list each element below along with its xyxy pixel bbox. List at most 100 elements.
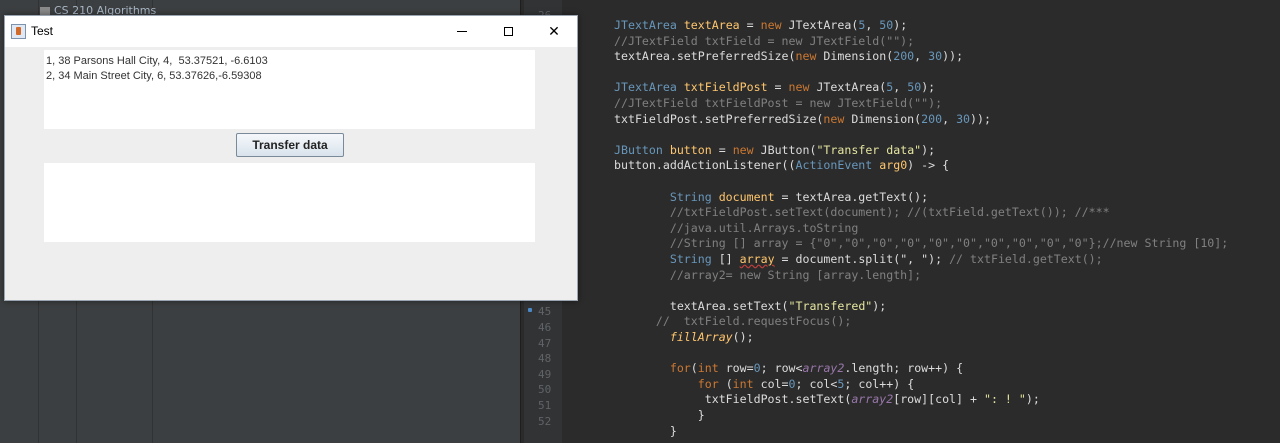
java-app-icon	[11, 24, 26, 39]
code-line[interactable]: txtFieldPost.setText(array2[row][col] + …	[614, 392, 1040, 408]
line-number: 46	[524, 320, 562, 336]
code-token: JTextArea	[788, 18, 852, 32]
line-number: 52	[524, 414, 562, 430]
code-token: for	[669, 361, 691, 376]
code-token: );	[921, 142, 936, 157]
code-line[interactable]: txtFieldPost.setPreferredSize(new Dimens…	[614, 112, 991, 128]
code-token: 50	[907, 80, 922, 95]
line-number-text: 51	[538, 399, 552, 412]
code-line[interactable]: fillArray();	[614, 330, 754, 346]
code-token: "Transfer data"	[816, 142, 922, 157]
code-token: //JTextField txtFieldPost = new JTextFie…	[614, 96, 943, 110]
close-button[interactable]: ✕	[531, 16, 577, 47]
code-token: 0	[788, 376, 796, 391]
line-number: 45	[524, 304, 562, 320]
code-token: [row][col] +	[893, 392, 984, 407]
code-token: ();	[732, 330, 754, 344]
code-token: textArea.setText(	[614, 298, 789, 313]
code-token: JButton	[614, 142, 670, 157]
code-token: row	[725, 361, 747, 376]
code-token: ,	[942, 111, 957, 126]
maximize-icon	[503, 27, 513, 36]
line-number-text: 45	[538, 305, 552, 319]
code-token: array	[739, 252, 775, 266]
code-token: document	[718, 189, 775, 204]
minimize-button[interactable]	[439, 16, 485, 47]
line-number: 47	[524, 336, 562, 352]
code-token: 200	[921, 111, 943, 126]
line-number: 49	[524, 367, 562, 383]
code-token: );	[872, 298, 887, 313]
line-number-text: 46	[538, 321, 552, 334]
code-line[interactable]: //JTextField txtField = new JTextField("…	[614, 34, 914, 50]
line-number-text: 48	[538, 352, 552, 366]
line-number-text: 50	[538, 383, 552, 397]
code-line[interactable]: String [] array = document.split(", "); …	[614, 252, 1103, 268]
code-line[interactable]: JButton button = new JButton("Transfer d…	[614, 143, 935, 159]
code-line[interactable]: //txtFieldPost.setText(document); //(txt…	[614, 205, 1110, 221]
code-token: //String [] array = {"0","0","0","0","0"…	[614, 236, 1229, 251]
code-line[interactable]: //array2= new String [array.length];	[614, 268, 921, 284]
output-text-area[interactable]	[44, 163, 535, 242]
code-line[interactable]: JTextArea textArea = new JTextArea(5, 50…	[614, 18, 907, 34]
code-line[interactable]: //JTextField txtFieldPost = new JTextFie…	[614, 96, 942, 112]
code-token: ));	[970, 111, 991, 126]
window-titlebar[interactable]: Test ✕	[5, 16, 577, 47]
code-line[interactable]: }	[614, 408, 705, 424]
code-token: (	[725, 376, 733, 391]
code-line[interactable]: for(int row=0; row<array2.length; row++)…	[614, 361, 963, 377]
code-token: button	[669, 142, 712, 157]
code-line[interactable]: JTextArea txtFieldPost = new JTextArea(5…	[614, 80, 935, 96]
code-line[interactable]: button.addActionListener((ActionEvent ar…	[614, 158, 949, 174]
code-token: ; col<	[795, 376, 838, 391]
code-line[interactable]: //java.util.Arrays.toString	[614, 221, 858, 237]
code-token: =	[711, 142, 733, 157]
code-token: textArea	[683, 18, 740, 32]
code-line[interactable]: textArea.setText("Transfered");	[614, 299, 886, 315]
code-token: 30	[928, 49, 943, 64]
code-line[interactable]: // txtField.requestFocus();	[614, 314, 851, 330]
code-token: =	[781, 376, 789, 391]
code-token: 0	[753, 361, 761, 376]
input-text-area[interactable]: 1, 38 Parsons Hall City, 4, 53.37521, -6…	[44, 50, 535, 129]
code-token: //java.util.Arrays.toString	[614, 220, 859, 235]
code-token: );	[1025, 392, 1040, 407]
line-number-text: 49	[538, 367, 552, 381]
code-line[interactable]: textArea.setPreferredSize(new Dimension(…	[614, 49, 963, 65]
code-token: arg0	[879, 158, 908, 173]
minimize-icon	[457, 31, 467, 32]
code-token: textArea.setPreferredSize(	[614, 49, 796, 64]
code-token: array2	[802, 361, 845, 376]
code-token: int	[697, 361, 726, 376]
code-line[interactable]: for (int col=0; col<5; col++) {	[614, 377, 914, 393]
code-token: 50	[879, 18, 894, 32]
code-line[interactable]: //String [] array = {"0","0","0","0","0"…	[614, 236, 1228, 252]
maximize-button[interactable]	[485, 16, 531, 47]
code-token: ) -> {	[907, 158, 950, 173]
code-line[interactable]: }	[614, 424, 677, 440]
code-token: ,	[914, 49, 929, 64]
code-token: array2	[851, 392, 894, 407]
code-token: //txtFieldPost.setText(document); //(txt…	[614, 205, 1110, 220]
code-token: JTextArea	[614, 80, 684, 95]
code-editor[interactable]: JTextArea textArea = new JTextArea(5, 50…	[562, 0, 1280, 443]
code-token: = document.split(", ");	[774, 252, 950, 266]
code-token: new	[788, 80, 817, 95]
code-token: }	[614, 408, 705, 422]
transfer-data-button[interactable]: Transfer data	[236, 133, 344, 157]
code-token: for	[697, 376, 726, 391]
code-token: =	[767, 80, 789, 95]
swing-window: Test ✕ 1, 38 Parsons Hall City, 4, 53.37…	[4, 15, 578, 301]
code-token: txtFieldPost.setPreferredSize(	[614, 111, 824, 126]
close-icon: ✕	[548, 23, 560, 40]
code-token: ActionEvent	[795, 158, 880, 173]
code-token: button.addActionListener((	[614, 158, 796, 173]
code-token: //array2= new String [array.length];	[614, 267, 922, 282]
code-token: =	[746, 361, 754, 376]
code-token: ": ! "	[983, 392, 1026, 407]
code-token: 30	[956, 111, 971, 126]
code-token: );	[921, 80, 936, 95]
code-line[interactable]: String document = textArea.getText();	[614, 190, 928, 206]
code-token: Dimension(	[851, 111, 922, 126]
